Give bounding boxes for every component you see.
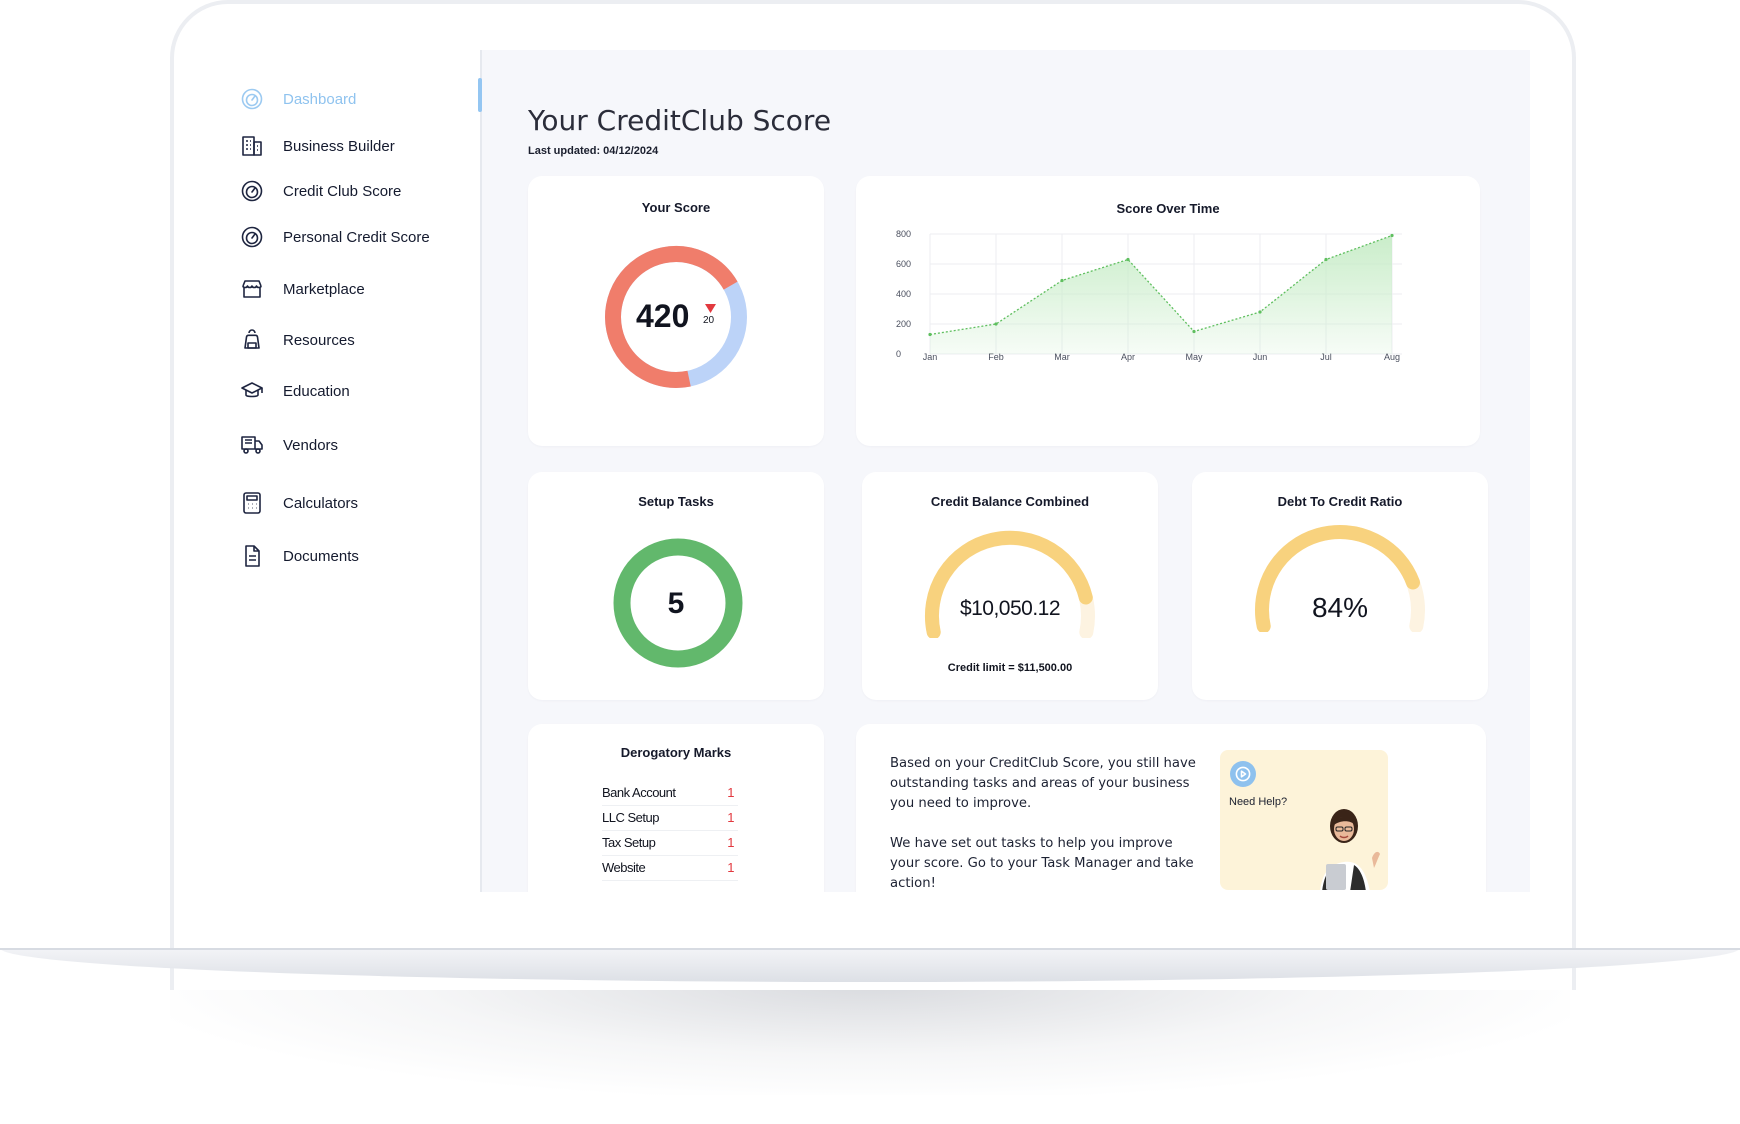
- sidebar-item-label: Personal Credit Score: [283, 228, 430, 246]
- y-tick-label: 400: [896, 289, 911, 299]
- need-help-video[interactable]: Need Help?: [1220, 750, 1388, 890]
- sidebar-item-business-builder[interactable]: Business Builder: [240, 131, 395, 161]
- data-point: [928, 332, 932, 337]
- series-area: [930, 235, 1392, 354]
- sidebar-item-label: Education: [283, 382, 350, 400]
- storefront-icon: [240, 277, 264, 301]
- score-change: 20: [703, 315, 715, 326]
- sidebar-item-label: Documents: [283, 547, 359, 565]
- data-point: [1324, 257, 1328, 262]
- derog-count: 1: [727, 810, 734, 825]
- help-paragraph: We have set out tasks to help you improv…: [890, 836, 1194, 891]
- backpack-icon: [240, 328, 264, 352]
- sidebar-item-vendors[interactable]: Vendors: [240, 430, 338, 460]
- graduation-cap-icon: [240, 379, 264, 403]
- support-agent-illustration: [1320, 809, 1380, 890]
- card-title: Derogatory Marks: [620, 745, 732, 760]
- sidebar-item-resources[interactable]: Resources: [240, 325, 355, 355]
- sidebar: Dashboard Business Builder Credit Club S…: [208, 50, 482, 892]
- play-icon[interactable]: [1230, 761, 1256, 787]
- setup-tasks-value: 5: [667, 587, 685, 620]
- sidebar-item-documents[interactable]: Documents: [240, 541, 359, 571]
- data-point: [1126, 257, 1130, 262]
- card-title: Debt To Credit Ratio: [1277, 494, 1403, 509]
- derog-count: 1: [727, 835, 734, 850]
- score-over-time-card[interactable]: Score Over Time 0 200 400 600 800 Jan Feb Mar Ap…: [856, 176, 1480, 446]
- sidebar-item-label: Calculators: [283, 494, 359, 512]
- score-value: 420: [636, 298, 690, 334]
- sidebar-item-dashboard[interactable]: Dashboard: [240, 84, 356, 114]
- y-tick-label: 200: [896, 319, 911, 329]
- page-title: Your CreditClub Score: [528, 104, 832, 137]
- your-score-card[interactable]: Your Score 420 20: [528, 176, 824, 446]
- sidebar-item-label: Credit Club Score: [283, 182, 402, 200]
- calculator-icon: [240, 491, 264, 515]
- list-item: Tax Setup 1: [602, 832, 738, 856]
- derogatory-marks-card[interactable]: Derogatory Marks Bank Account 1 LLC Setu…: [528, 724, 824, 892]
- debt-ratio-value: 84%: [1311, 592, 1369, 623]
- card-title: Setup Tasks: [638, 494, 714, 509]
- trend-down-icon: [705, 304, 716, 313]
- credit-balance-value: $10,050.12: [959, 597, 1061, 620]
- y-tick-label: 0: [896, 349, 901, 359]
- debt-ratio-card[interactable]: Debt To Credit Ratio 84%: [1192, 472, 1488, 700]
- gauge-icon: [240, 179, 264, 203]
- credit-balance-gauge: [924, 530, 1095, 638]
- sidebar-item-label: Vendors: [283, 436, 339, 454]
- laptop-base-edge: [0, 948, 1740, 950]
- list-item: Bank Account 1: [602, 782, 738, 806]
- data-point: [1390, 233, 1394, 238]
- gauge-icon: [240, 225, 264, 249]
- y-tick-label: 600: [896, 259, 911, 269]
- derog-count: 1: [727, 785, 734, 800]
- data-point: [1192, 329, 1196, 334]
- app-screen: Dashboard Business Builder Credit Club S…: [208, 50, 1530, 892]
- list-item: LLC Setup 1: [602, 807, 738, 831]
- card-title: Credit Balance Combined: [930, 494, 1090, 509]
- list-item: Website 1: [602, 857, 738, 881]
- sidebar-item-credit-club-score[interactable]: Credit Club Score: [240, 176, 401, 206]
- sidebar-item-label: Business Builder: [283, 137, 395, 155]
- building-icon: [240, 134, 264, 158]
- need-help-label: Need Help?: [1229, 796, 1288, 808]
- sidebar-item-education[interactable]: Education: [240, 376, 350, 406]
- document-icon: [240, 544, 264, 568]
- derog-count: 1: [727, 860, 734, 875]
- score-over-time-chart: 0200400600800Jan Feb Mar Apr May Jun Jul Aug: [896, 229, 1402, 362]
- sidebar-item-label: Marketplace: [283, 280, 365, 298]
- derog-label: Website: [602, 860, 646, 875]
- sidebar-item-marketplace[interactable]: Marketplace: [240, 274, 365, 304]
- credit-balance-card[interactable]: Credit Balance Combined $10,050.12 Credi…: [862, 472, 1158, 700]
- derog-label: Tax Setup: [602, 835, 656, 850]
- sidebar-item-personal-credit-score[interactable]: Personal Credit Score: [240, 222, 430, 252]
- help-paragraph: Based on your CreditClub Score, you stil…: [890, 756, 1196, 811]
- sidebar-item-calculators[interactable]: Calculators: [240, 488, 358, 518]
- sidebar-item-label: Dashboard: [283, 90, 357, 108]
- main-content: Your CreditClub Score Last updated: 04/1…: [482, 50, 1530, 892]
- card-title: Your Score: [641, 200, 711, 215]
- last-updated: Last updated: 04/12/2024: [528, 145, 659, 157]
- laptop-shadow: [170, 985, 1570, 1095]
- y-tick-label: 800: [896, 229, 911, 239]
- data-point: [1060, 278, 1064, 283]
- gauge-icon: [240, 87, 264, 111]
- help-message: Based on your CreditClub Score, you stil…: [890, 754, 1200, 892]
- data-point: [994, 322, 998, 326]
- derog-label: Bank Account: [602, 785, 676, 800]
- truck-icon: [240, 433, 264, 457]
- setup-tasks-card[interactable]: Setup Tasks 5: [528, 472, 824, 700]
- data-point: [1258, 310, 1262, 314]
- sidebar-item-label: Resources: [283, 331, 355, 349]
- help-card: Based on your CreditClub Score, you stil…: [856, 724, 1486, 892]
- credit-limit-label: Credit limit = $11,500.00: [947, 662, 1073, 674]
- derog-label: LLC Setup: [602, 810, 659, 825]
